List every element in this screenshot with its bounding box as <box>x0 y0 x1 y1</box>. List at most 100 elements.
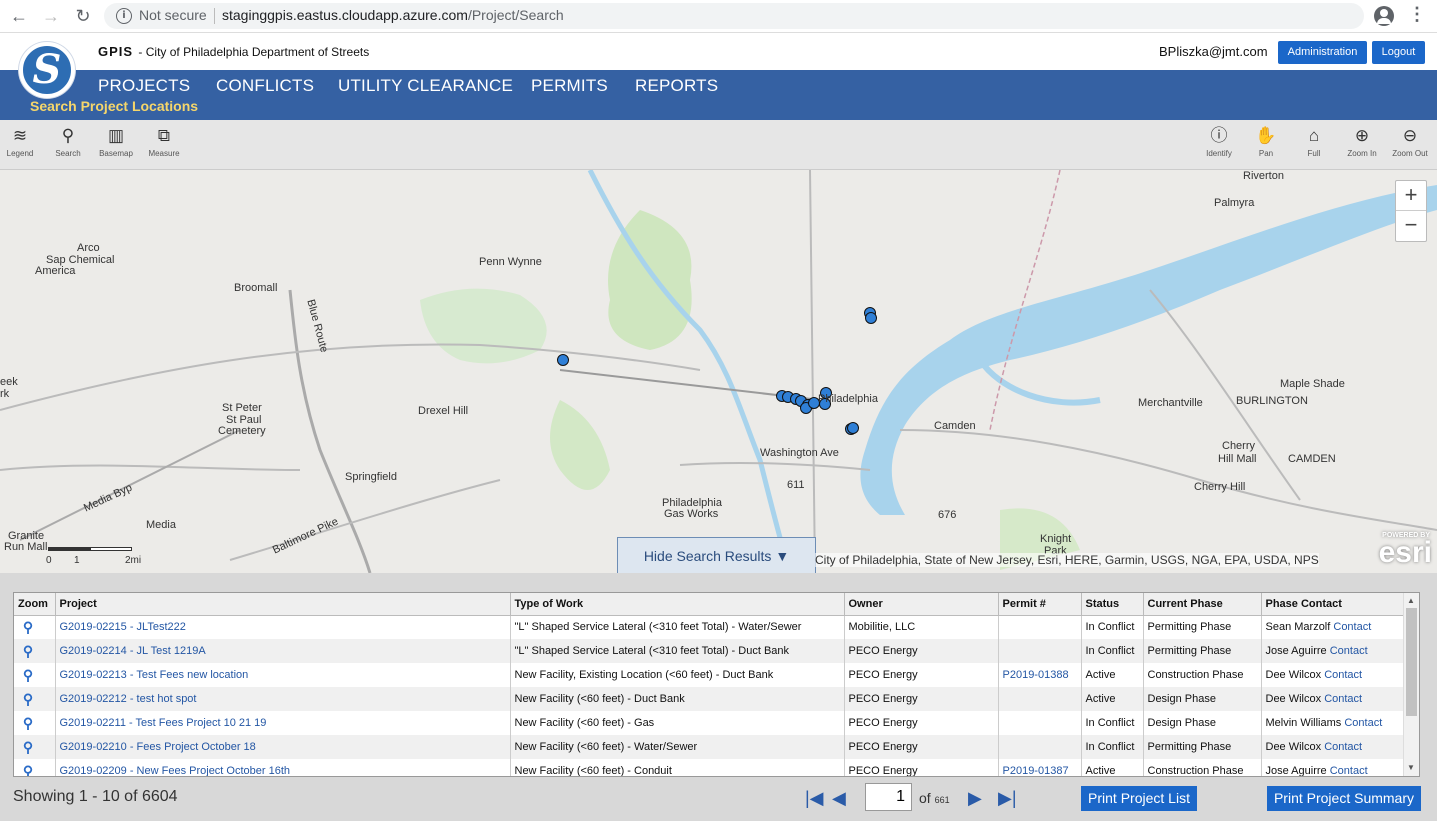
reload-icon[interactable]: ↻ <box>72 5 94 27</box>
col-status[interactable]: Status <box>1081 593 1144 616</box>
project-marker[interactable] <box>808 397 820 409</box>
scroll-down-arrow[interactable]: ▼ <box>1407 763 1415 772</box>
logout-button[interactable]: Logout <box>1372 41 1425 64</box>
nav-reports[interactable]: REPORTS <box>635 76 718 96</box>
url-path: /Project/Search <box>467 7 564 23</box>
back-arrow-icon[interactable]: ← <box>8 5 30 27</box>
project-link[interactable]: G2019-02209 - New Fees Project October 1… <box>60 765 291 776</box>
contact-link[interactable]: Contact <box>1330 645 1368 657</box>
project-marker[interactable] <box>557 354 569 366</box>
zoom-pin-icon[interactable]: ⚲ <box>18 619 38 636</box>
prev-page-icon[interactable]: ◀ <box>832 788 846 809</box>
contact-link[interactable]: Contact <box>1344 717 1382 729</box>
pan-tool[interactable]: ✋ Pan <box>1243 124 1289 158</box>
zoom-pin-icon[interactable]: ⚲ <box>18 667 38 684</box>
zoom-in-tool[interactable]: ⊕ Zoom In <box>1339 124 1385 158</box>
project-marker[interactable] <box>819 398 831 410</box>
col-zoom[interactable]: Zoom <box>14 593 56 616</box>
table-row[interactable]: ⚲ G2019-02213 - Test Fees new location New… <box>14 663 1406 687</box>
search-tool[interactable]: ⚲ Search <box>45 124 91 158</box>
current-phase-cell: Permitting Phase <box>1143 615 1262 639</box>
info-icon[interactable]: i <box>116 8 132 24</box>
last-page-icon[interactable]: ▶| <box>998 788 1017 809</box>
nav-utility-clearance[interactable]: UTILITY CLEARANCE <box>338 76 513 96</box>
map-zoom-out-button[interactable]: − <box>1396 211 1426 241</box>
project-link[interactable]: G2019-02214 - JL Test 1219A <box>60 645 206 657</box>
page-number-input[interactable] <box>865 783 912 811</box>
table-row[interactable]: ⚲ G2019-02214 - JL Test 1219A "L" Shaped S… <box>14 639 1406 663</box>
next-page-icon[interactable]: ▶ <box>968 788 982 809</box>
zoom-pin-icon[interactable]: ⚲ <box>18 691 38 708</box>
legend-tool[interactable]: ≋ Legend <box>0 124 43 158</box>
full-extent-tool[interactable]: ⌂ Full <box>1291 124 1337 158</box>
table-row[interactable]: ⚲ G2019-02211 - Test Fees Project 10 21 1… <box>14 711 1406 735</box>
kebab-menu-icon[interactable]: ⋮ <box>1408 4 1426 25</box>
address-bar[interactable]: i Not secure staginggpis.eastus.cloudapp… <box>104 3 1364 29</box>
url-text[interactable]: staginggpis.eastus.cloudapp.azure.com/Pr… <box>222 7 564 23</box>
contact-link[interactable]: Contact <box>1324 669 1362 681</box>
scroll-up-arrow[interactable]: ▲ <box>1407 596 1415 605</box>
col-phase-contact[interactable]: Phase Contact <box>1261 593 1406 616</box>
contact-link[interactable]: Contact <box>1324 693 1362 705</box>
zoom-pin-icon[interactable]: ⚲ <box>18 739 38 756</box>
col-owner[interactable]: Owner <box>844 593 999 616</box>
first-page-icon[interactable]: |◀ <box>805 788 824 809</box>
table-scrollbar[interactable]: ▲ ▼ <box>1403 593 1419 776</box>
forward-arrow-icon[interactable]: → <box>40 5 62 27</box>
map-zoom-in-button[interactable]: + <box>1396 181 1426 211</box>
nav-permits[interactable]: PERMITS <box>531 76 608 96</box>
project-link[interactable]: G2019-02212 - test hot spot <box>60 693 197 705</box>
scale-bar: 0 1 2mi <box>8 547 142 567</box>
permit-link[interactable]: P2019-01387 <box>1003 765 1069 776</box>
scrollbar-thumb[interactable] <box>1406 608 1417 716</box>
permit-cell <box>998 735 1082 759</box>
print-project-summary-button[interactable]: Print Project Summary <box>1267 786 1421 811</box>
col-project[interactable]: Project <box>55 593 511 616</box>
project-link[interactable]: G2019-02213 - Test Fees new location <box>60 669 249 681</box>
table-row[interactable]: ⚲ G2019-02215 - JLTest222 "L" Shaped Servi… <box>14 615 1406 639</box>
project-link[interactable]: G2019-02210 - Fees Project October 18 <box>60 741 256 753</box>
project-link[interactable]: G2019-02211 - Test Fees Project 10 21 19 <box>60 717 267 729</box>
project-link[interactable]: G2019-02215 - JLTest222 <box>60 621 186 633</box>
col-type-of-work[interactable]: Type of Work <box>510 593 845 616</box>
administration-button[interactable]: Administration <box>1278 41 1367 64</box>
zoom-pin-icon[interactable]: ⚲ <box>18 763 38 777</box>
contact-link[interactable]: Contact <box>1330 765 1368 776</box>
zoom-cell: ⚲ <box>14 663 56 687</box>
basemap-tool[interactable]: ▥ Basemap <box>93 124 139 158</box>
map-view[interactable]: Riverton Palmyra Arco Sap Chemical America Br… <box>0 170 1437 573</box>
browser-toolbar: ← → ↻ i Not secure staginggpis.eastus.cl… <box>0 0 1437 33</box>
table-row[interactable]: ⚲ G2019-02209 - New Fees Project October … <box>14 759 1406 777</box>
identify-label: Identify <box>1206 149 1232 158</box>
phase-contact-cell: Dee Wilcox Contact <box>1261 735 1406 759</box>
contact-link[interactable]: Contact <box>1324 741 1362 753</box>
zoom-out-tool[interactable]: ⊖ Zoom Out <box>1387 124 1433 158</box>
table-row[interactable]: ⚲ G2019-02210 - Fees Project October 18 Ne… <box>14 735 1406 759</box>
scale-label-2: 2mi <box>125 555 142 566</box>
zoom-out-icon: ⊖ <box>1402 126 1418 145</box>
status-cell: In Conflict <box>1081 615 1144 639</box>
measure-tool[interactable]: ⧉ Measure <box>141 124 187 158</box>
contact-link[interactable]: Contact <box>1333 621 1371 633</box>
search-icon: ⚲ <box>61 126 75 145</box>
nav-conflicts[interactable]: CONFLICTS <box>216 76 314 96</box>
full-label: Full <box>1307 149 1321 158</box>
print-project-list-button[interactable]: Print Project List <box>1081 786 1197 811</box>
hide-search-results-button[interactable]: Hide Search Results ▼ <box>617 537 816 573</box>
nav-projects[interactable]: PROJECTS <box>98 76 190 96</box>
gpis-logo[interactable]: S <box>19 42 75 98</box>
zoom-pin-icon[interactable]: ⚲ <box>18 643 38 660</box>
col-current-phase[interactable]: Current Phase <box>1143 593 1262 616</box>
identify-tool[interactable]: ⓘ Identify <box>1196 124 1242 158</box>
col-permit[interactable]: Permit # <box>998 593 1082 616</box>
project-cell: G2019-02215 - JLTest222 <box>55 615 511 639</box>
table-row[interactable]: ⚲ G2019-02212 - test hot spot New Facility… <box>14 687 1406 711</box>
map-toolbar: ≋ Legend ⚲ Search ▥ Basemap ⧉ Measure ⓘ Ident… <box>0 120 1437 170</box>
zoom-pin-icon[interactable]: ⚲ <box>18 715 38 732</box>
account-icon[interactable] <box>1374 6 1394 26</box>
project-marker[interactable] <box>865 312 877 324</box>
project-marker[interactable] <box>847 422 859 434</box>
type-of-work-cell: New Facility (<60 feet) - Gas <box>510 711 845 735</box>
status-cell: Active <box>1081 687 1144 711</box>
permit-link[interactable]: P2019-01388 <box>1003 669 1069 681</box>
